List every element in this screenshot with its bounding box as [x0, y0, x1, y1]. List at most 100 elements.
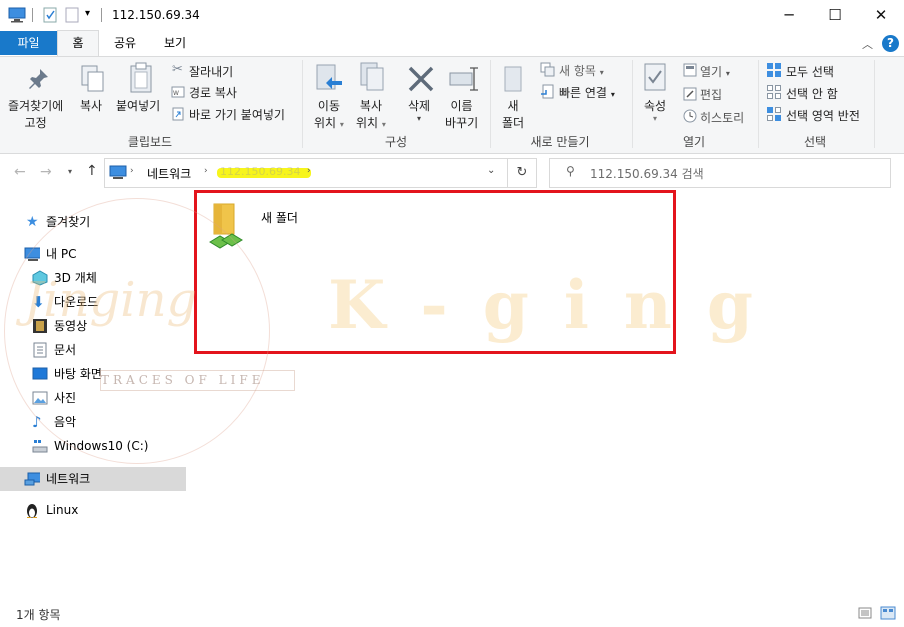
new-item-label: 새 항목	[559, 64, 596, 78]
move-to-button[interactable]: 이동 위치 ▾	[314, 97, 344, 131]
search-input[interactable]: ⚲ 112.150.69.34 검색	[549, 158, 891, 188]
select-none-button[interactable]: 선택 안 함	[786, 85, 838, 102]
delete-icon	[408, 66, 434, 92]
status-item-count: 1개 항목	[16, 608, 61, 622]
move-label-2: 위치	[314, 116, 337, 130]
new-folder-quick-icon[interactable]	[64, 7, 80, 23]
select-none-icon	[767, 85, 781, 99]
new-folder-button[interactable]: 새 폴더	[502, 97, 524, 131]
tab-file[interactable]: 파일	[0, 31, 57, 55]
up-icon[interactable]: ↑	[86, 163, 98, 179]
network-icon	[24, 472, 40, 486]
nav-network[interactable]: 네트워크	[0, 467, 186, 491]
copy-path-button[interactable]: 경로 복사	[189, 84, 237, 101]
properties-dropdown-icon: ▾	[653, 114, 658, 123]
copy-to-icon	[360, 62, 384, 91]
tab-view[interactable]: 보기	[153, 31, 197, 55]
new-item-button[interactable]: 새 항목 ▾	[559, 62, 604, 79]
this-pc-icon	[8, 7, 26, 23]
breadcrumb-chevron-icon: ›	[130, 166, 134, 176]
help-icon[interactable]: ?	[882, 35, 899, 52]
pin-icon	[29, 69, 48, 89]
easy-access-button[interactable]: 빠른 연결 ▾	[559, 84, 615, 101]
collapse-ribbon-icon[interactable]: ︿	[862, 36, 873, 52]
edit-button[interactable]: 편집	[700, 86, 722, 103]
open-dropdown-icon: ▾	[725, 69, 730, 78]
select-all-button[interactable]: 모두 선택	[786, 63, 834, 80]
open-group-label: 열기	[682, 135, 706, 149]
maximize-button[interactable]: ☐	[812, 0, 858, 30]
tab-share[interactable]: 공유	[103, 31, 147, 55]
rename-button[interactable]: 이름 바꾸기	[445, 97, 478, 131]
paste-icon	[130, 62, 152, 93]
select-group-label: 선택	[803, 135, 827, 149]
move-label-1: 이동	[317, 99, 341, 113]
recent-locations-icon[interactable]: ▾	[68, 167, 72, 176]
nav-linux[interactable]: Linux	[0, 499, 186, 521]
delete-dropdown-icon: ▾	[417, 114, 422, 123]
select-all-icon	[767, 63, 781, 77]
watermark-brand: K - g i n g	[328, 266, 759, 344]
drive-icon	[32, 440, 48, 453]
breadcrumb-network[interactable]: 네트워크	[147, 165, 191, 182]
easy-access-dropdown-icon: ▾	[610, 90, 615, 99]
breadcrumb-chevron-icon: ›	[204, 166, 208, 176]
cut-button[interactable]: 잘라내기	[189, 63, 233, 80]
customize-quick-access-icon[interactable]: ▾	[85, 8, 90, 19]
new-item-dropdown-icon: ▾	[599, 68, 604, 77]
pin-label-1: 즐겨찾기에	[8, 99, 64, 113]
delete-button[interactable]: 삭제 ▾	[408, 97, 430, 123]
move-dropdown-icon: ▾	[339, 120, 344, 129]
new-folder-icon	[504, 66, 522, 92]
watermark-script: Jinging	[24, 272, 198, 328]
invert-selection-button[interactable]: 선택 영역 반전	[786, 107, 860, 124]
pin-label-2: 고정	[24, 116, 47, 130]
clipboard-group-label: 클립보드	[127, 135, 173, 149]
title-bar: ▾ 112.150.69.34 ─ ☐ ✕	[0, 0, 904, 30]
watermark-circle	[4, 198, 270, 464]
open-button[interactable]: 열기 ▾	[700, 63, 730, 80]
forward-icon[interactable]: →	[40, 164, 52, 180]
nav-label: Linux	[46, 503, 79, 517]
new-folder-label-2: 폴더	[502, 116, 525, 130]
properties-button[interactable]: 속성 ▾	[644, 97, 666, 123]
pin-quick-access-button[interactable]: 즐겨찾기에 고정	[8, 97, 63, 131]
breadcrumb-host[interactable]: 112.150.69.34	[220, 165, 300, 178]
large-icons-view-icon[interactable]	[880, 606, 896, 620]
refresh-icon[interactable]: ↻	[507, 158, 537, 188]
properties-label: 속성	[644, 99, 667, 113]
copy-to-button[interactable]: 복사 위치 ▾	[356, 97, 386, 131]
search-icon: ⚲	[566, 164, 575, 178]
open-label: 열기	[700, 65, 723, 79]
details-view-icon[interactable]	[858, 607, 872, 619]
properties-quick-icon[interactable]	[42, 7, 58, 23]
copy-path-icon: W	[171, 86, 185, 98]
minimize-button[interactable]: ─	[766, 0, 812, 30]
breadcrumb-chevron-icon: ›	[307, 166, 311, 176]
history-icon	[683, 109, 697, 123]
move-to-icon	[316, 64, 342, 90]
delete-label: 삭제	[408, 99, 431, 113]
copyto-label-2: 위치	[356, 116, 379, 130]
history-button[interactable]: 히스토리	[700, 109, 744, 126]
search-placeholder: 112.150.69.34 검색	[590, 167, 704, 181]
paste-shortcut-button[interactable]: 바로 가기 붙여넣기	[189, 106, 285, 123]
organize-group-label: 구성	[384, 135, 408, 149]
close-button[interactable]: ✕	[858, 0, 904, 30]
copy-icon	[81, 65, 104, 92]
copy-button[interactable]: 복사	[80, 97, 102, 114]
new-folder-label-1: 새	[507, 99, 519, 113]
watermark-tagline: TRACES OF LIFE	[100, 370, 295, 391]
tab-home[interactable]: 홈	[57, 30, 99, 57]
address-dropdown-icon[interactable]: ⌄	[487, 165, 495, 176]
rename-label-1: 이름	[450, 99, 473, 113]
edit-icon	[683, 87, 697, 101]
rename-icon	[449, 67, 478, 91]
open-icon	[683, 63, 697, 77]
easy-access-label: 빠른 연결	[559, 86, 607, 100]
address-bar[interactable]: › 네트워크 › 112.150.69.34 › ⌄	[104, 158, 508, 188]
paste-button[interactable]: 붙여넣기	[116, 97, 160, 114]
linux-penguin-icon	[27, 504, 37, 518]
back-icon[interactable]: ←	[14, 164, 26, 180]
window-title: 112.150.69.34	[112, 8, 200, 22]
